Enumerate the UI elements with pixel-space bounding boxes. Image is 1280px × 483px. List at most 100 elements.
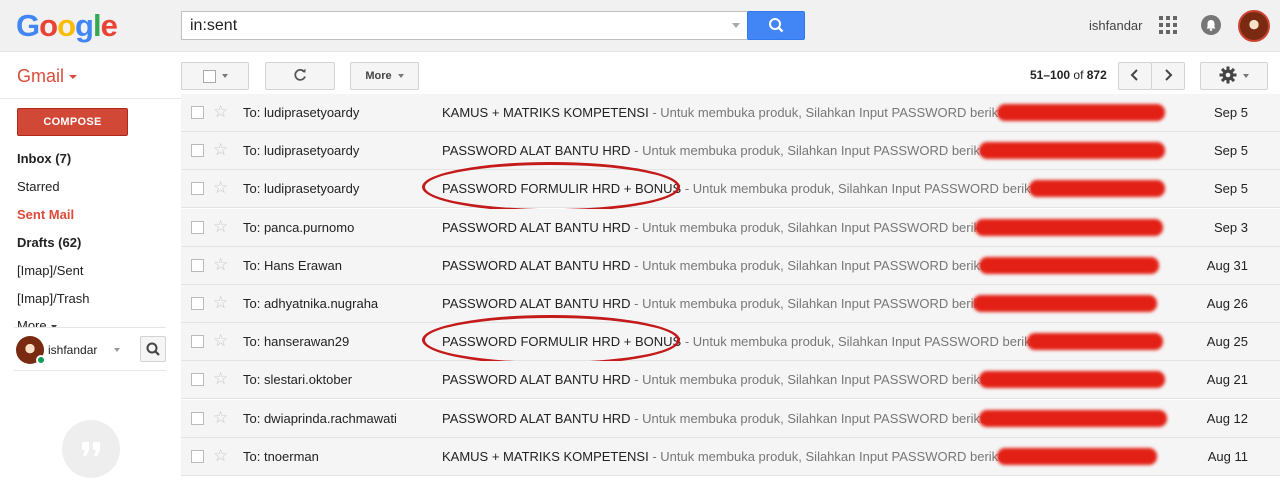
newer-page-button[interactable] (1118, 62, 1152, 90)
email-row[interactable]: ☆ To: slestari.oktober PASSWORD ALAT BANTU… (181, 361, 1280, 400)
row-checkbox[interactable] (191, 182, 204, 196)
snippet: - Untuk membuka produk, Silahkan Input P… (630, 143, 995, 159)
select-all-button[interactable] (181, 62, 249, 90)
account-avatar[interactable] (1238, 10, 1270, 42)
star-icon[interactable]: ☆ (213, 369, 228, 389)
page-total: 872 (1086, 68, 1107, 82)
email-row[interactable]: ☆ To: tnoerman KAMUS + MATRIKS KOMPETENSI … (181, 437, 1280, 476)
snippet: - Untuk membuka produk, Silahkan Input P… (630, 410, 995, 426)
subject: PASSWORD ALAT BANTU HRD (442, 219, 631, 235)
row-checkbox[interactable] (191, 449, 204, 463)
sidebar-item-label: [Imap]/Trash (17, 291, 90, 306)
star-icon[interactable]: ☆ (213, 293, 228, 313)
apps-grid-icon[interactable] (1159, 16, 1177, 34)
snippet: - Untuk membuka produk, Silahkan Input P… (648, 105, 1013, 120)
row-checkbox[interactable] (191, 335, 204, 349)
email-row[interactable]: ☆ To: ludiprasetyoardy PASSWORD FORMULIR H… (181, 162, 1280, 213)
redaction-mark (973, 295, 1157, 312)
email-row[interactable]: ☆ To: ludiprasetyoardy KAMUS + MATRIKS KOM… (181, 94, 1280, 132)
star-icon[interactable]: ☆ (213, 217, 228, 237)
sidebar-item-more[interactable]: More (17, 318, 57, 327)
recipient: To: panca.purnomo (243, 219, 355, 235)
older-page-button[interactable] (1151, 62, 1185, 90)
sidebar-item-label: Sent Mail (17, 207, 75, 222)
more-label: More (365, 70, 392, 82)
sidebar-item-imap-trash[interactable]: [Imap]/Trash (17, 291, 89, 306)
row-checkbox[interactable] (191, 297, 204, 310)
snippet: - Untuk membuka produk, Silahkan Input P… (630, 257, 995, 273)
star-icon[interactable]: ☆ (213, 255, 228, 275)
chevron-down-icon[interactable] (114, 348, 120, 352)
star-icon[interactable]: ☆ (213, 140, 228, 160)
email-row[interactable]: ☆ To: Hans Erawan PASSWORD ALAT BANTU HRD … (181, 246, 1280, 285)
google-logo[interactable]: Google (16, 8, 118, 44)
recipient: To: tnoerman (243, 448, 319, 464)
snippet: - Untuk membuka produk, Silahkan Input P… (681, 334, 1046, 350)
hangouts-user[interactable]: ishfandar (16, 336, 166, 366)
email-row[interactable]: ☆ To: ludiprasetyoardy PASSWORD ALAT BANTU… (181, 132, 1280, 171)
subject: PASSWORD ALAT BANTU HRD (442, 372, 631, 388)
sidebar-item-inbox-7[interactable]: Inbox (7) (17, 151, 71, 166)
redaction-mark (979, 409, 1167, 427)
snippet: - Untuk membuka produk, Silahkan Input P… (630, 296, 995, 311)
search-input[interactable] (182, 12, 722, 39)
row-checkbox[interactable] (191, 220, 204, 234)
star-icon[interactable]: ☆ (213, 178, 228, 198)
gear-icon (1219, 66, 1237, 84)
subject-line: KAMUS + MATRIKS KOMPETENSI - Untuk membu… (442, 105, 1013, 120)
sidebar-item-drafts-62[interactable]: Drafts (62) (17, 235, 81, 250)
search-box[interactable] (181, 11, 748, 40)
divider (14, 327, 166, 328)
sidebar-item-imap-sent[interactable]: [Imap]/Sent (17, 263, 83, 278)
redaction-mark (979, 256, 1159, 274)
sidebar-item-starred[interactable]: Starred (17, 179, 60, 194)
subject: KAMUS + MATRIKS KOMPETENSI (442, 448, 649, 464)
chevron-down-icon (69, 75, 78, 80)
email-row[interactable]: ☆ To: adhyatnika.nugraha PASSWORD ALAT BAN… (181, 285, 1280, 323)
star-icon[interactable]: ☆ (213, 408, 228, 428)
email-row[interactable]: ☆ To: panca.purnomo PASSWORD ALAT BANTU HR… (181, 208, 1280, 247)
divider (14, 370, 166, 371)
app-switcher[interactable]: Gmail (17, 66, 78, 87)
search-icon (146, 342, 160, 356)
sidebar: COMPOSE Inbox (7) Starred Sent Mail Drafts … (0, 100, 180, 478)
hangouts-search-button[interactable] (140, 336, 166, 362)
logo-letter: G (16, 8, 40, 43)
chevron-left-icon (1130, 68, 1138, 81)
row-checkbox[interactable] (191, 373, 204, 387)
redaction-mark (1029, 180, 1165, 198)
account-username[interactable]: ishfandar (1089, 18, 1142, 33)
sidebar-item-sent-mail[interactable]: Sent Mail (17, 207, 74, 222)
star-icon[interactable]: ☆ (213, 331, 228, 351)
star-icon[interactable]: ☆ (213, 446, 228, 466)
more-actions-button[interactable]: More (350, 62, 419, 90)
email-row[interactable]: ☆ To: hanserawan29 PASSWORD FORMULIR HRD +… (181, 315, 1280, 366)
notifications-bell-icon[interactable] (1201, 15, 1221, 35)
recipient: To: dwiaprinda.rachmawati (243, 410, 397, 426)
redaction-mark (979, 371, 1165, 389)
page-range: 51–100 (1030, 68, 1071, 82)
subject: PASSWORD ALAT BANTU HRD (442, 410, 631, 426)
search-button[interactable] (747, 11, 805, 40)
star-icon[interactable]: ☆ (213, 102, 228, 122)
compose-button[interactable]: COMPOSE (17, 108, 128, 136)
row-checkbox[interactable] (191, 144, 204, 158)
email-date: Aug 21 (1206, 372, 1248, 388)
email-row[interactable]: ☆ To: dwiaprinda.rachmawati PASSWORD ALAT … (181, 399, 1280, 438)
snippet: - Untuk membuka produk, Silahkan Input P… (630, 219, 995, 235)
search-options-caret-icon[interactable] (732, 23, 740, 28)
row-checkbox[interactable] (191, 258, 204, 272)
settings-button[interactable] (1200, 62, 1268, 90)
subject-line: PASSWORD ALAT BANTU HRD - Untuk membuka … (442, 411, 994, 426)
row-checkbox[interactable] (191, 411, 204, 425)
sidebar-item-label: Inbox (7) (17, 151, 72, 166)
subject-line: PASSWORD FORMULIR HRD + BONUS - Untuk me… (442, 334, 1045, 349)
row-checkbox[interactable] (191, 106, 204, 119)
refresh-button[interactable] (265, 62, 335, 90)
subject: PASSWORD FORMULIR HRD + BONUS (442, 181, 682, 197)
subject: PASSWORD ALAT BANTU HRD (442, 257, 631, 273)
search-icon (769, 18, 784, 33)
message-list: ☆ To: ludiprasetyoardy KAMUS + MATRIKS KOM… (181, 94, 1280, 477)
redaction-mark (997, 447, 1157, 465)
email-date: Aug 12 (1206, 410, 1248, 426)
